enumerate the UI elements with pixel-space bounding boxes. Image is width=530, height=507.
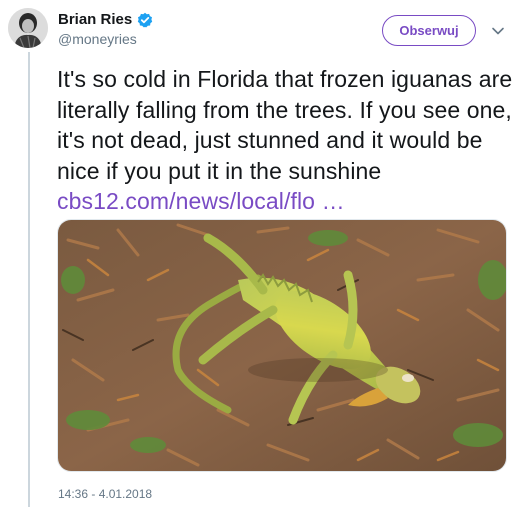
avatar-photo: [8, 8, 48, 48]
verified-badge-icon: [137, 12, 153, 28]
author-info: Brian Ries @moneyries: [58, 11, 153, 47]
author-handle[interactable]: @moneyries: [58, 31, 153, 47]
tweet-media[interactable]: [57, 219, 507, 472]
chevron-down-icon[interactable]: [491, 24, 505, 38]
avatar[interactable]: [8, 8, 48, 48]
tweet-body: It's so cold in Florida that frozen igua…: [57, 66, 513, 184]
tweet-link[interactable]: cbs12.com/news/local/flo …: [57, 188, 345, 214]
tweet-text: It's so cold in Florida that frozen igua…: [57, 64, 519, 217]
thread-line: [28, 52, 30, 507]
follow-button[interactable]: Obserwuj: [382, 15, 476, 46]
tweet-timestamp[interactable]: 14:36 - 4.01.2018: [58, 487, 152, 501]
author-name[interactable]: Brian Ries: [58, 11, 132, 28]
iguana-photo: [58, 220, 506, 471]
